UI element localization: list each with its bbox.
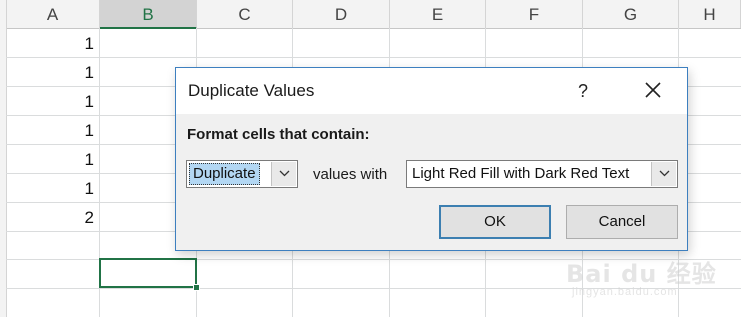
- dropdown-arrow[interactable]: [271, 162, 296, 186]
- chevron-down-icon: [279, 170, 289, 177]
- cell-a3[interactable]: 1: [7, 86, 98, 115]
- active-cell[interactable]: [99, 258, 197, 288]
- duplicate-values-dialog: Duplicate Values ? Format cells that con…: [175, 67, 688, 251]
- fill-handle[interactable]: [193, 284, 200, 291]
- format-style-value: Light Red Fill with Dark Red Text: [412, 165, 630, 182]
- column-header-a[interactable]: A: [6, 0, 100, 28]
- format-style-select[interactable]: Light Red Fill with Dark Red Text: [406, 160, 678, 188]
- gridline: [6, 57, 741, 58]
- column-header-e[interactable]: E: [390, 0, 486, 28]
- close-icon: [645, 82, 661, 98]
- cell-a1[interactable]: 1: [7, 28, 98, 57]
- cell-a5[interactable]: 1: [7, 144, 98, 173]
- column-header-c[interactable]: C: [197, 0, 293, 28]
- column-header-b[interactable]: B: [100, 0, 197, 29]
- watermark-text: Bai du 经验: [566, 260, 717, 288]
- close-button[interactable]: [638, 76, 668, 106]
- dialog-titlebar[interactable]: Duplicate Values ?: [176, 68, 687, 114]
- column-header-f[interactable]: F: [486, 0, 583, 28]
- duplicate-type-value: Duplicate: [189, 163, 260, 185]
- dialog-title: Duplicate Values: [188, 81, 315, 100]
- cell-a2[interactable]: 1: [7, 57, 98, 86]
- format-prompt-label: Format cells that contain:: [187, 126, 370, 143]
- cell-a7[interactable]: 2: [7, 202, 98, 231]
- row-header-strip[interactable]: [0, 0, 7, 317]
- cell-a6[interactable]: 1: [7, 173, 98, 202]
- column-header-g[interactable]: G: [583, 0, 679, 28]
- column-header-h[interactable]: H: [679, 0, 741, 28]
- column-headers: A B C D E F G H: [0, 0, 741, 29]
- cell-a4[interactable]: 1: [7, 115, 98, 144]
- dropdown-arrow[interactable]: [651, 162, 676, 186]
- cancel-button[interactable]: Cancel: [566, 205, 678, 239]
- watermark-url: jingyan.baidu.com: [572, 286, 678, 298]
- values-with-label: values with: [313, 166, 388, 183]
- ok-button[interactable]: OK: [439, 205, 551, 239]
- chevron-down-icon: [659, 170, 669, 177]
- column-header-d[interactable]: D: [293, 0, 390, 28]
- duplicate-type-select[interactable]: Duplicate: [186, 160, 298, 188]
- help-button[interactable]: ?: [571, 78, 595, 104]
